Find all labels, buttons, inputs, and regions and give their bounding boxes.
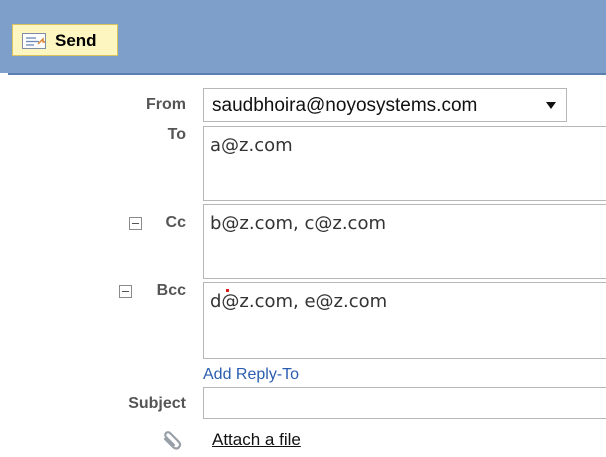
send-button[interactable]: Send: [12, 24, 118, 56]
from-select-value: saudbhoira@noyosystems.com: [212, 95, 478, 116]
cc-field[interactable]: b@z.com, c@z.com: [203, 204, 606, 279]
toolbar-divider: [8, 73, 606, 75]
bcc-field[interactable]: d@z.com, e@z.com: [203, 282, 606, 359]
subject-field[interactable]: [203, 387, 606, 419]
to-field[interactable]: a@z.com: [203, 126, 606, 201]
from-select[interactable]: saudbhoira@noyosystems.com: [203, 88, 567, 122]
chevron-down-icon: [546, 102, 556, 109]
bcc-label: Bcc: [156, 282, 186, 299]
paperclip-icon: [163, 431, 182, 450]
send-label: Send: [55, 31, 97, 50]
subject-label: Subject: [128, 395, 186, 412]
compose-toolbar: Send: [0, 0, 606, 73]
attach-file-link[interactable]: Attach a file: [212, 430, 301, 450]
cc-label: Cc: [165, 214, 186, 231]
text-cursor-marker: [226, 289, 229, 292]
send-envelope-icon: [22, 33, 46, 49]
to-label: To: [167, 126, 186, 143]
add-reply-to-link[interactable]: Add Reply-To: [203, 366, 299, 384]
from-label: From: [146, 96, 186, 113]
